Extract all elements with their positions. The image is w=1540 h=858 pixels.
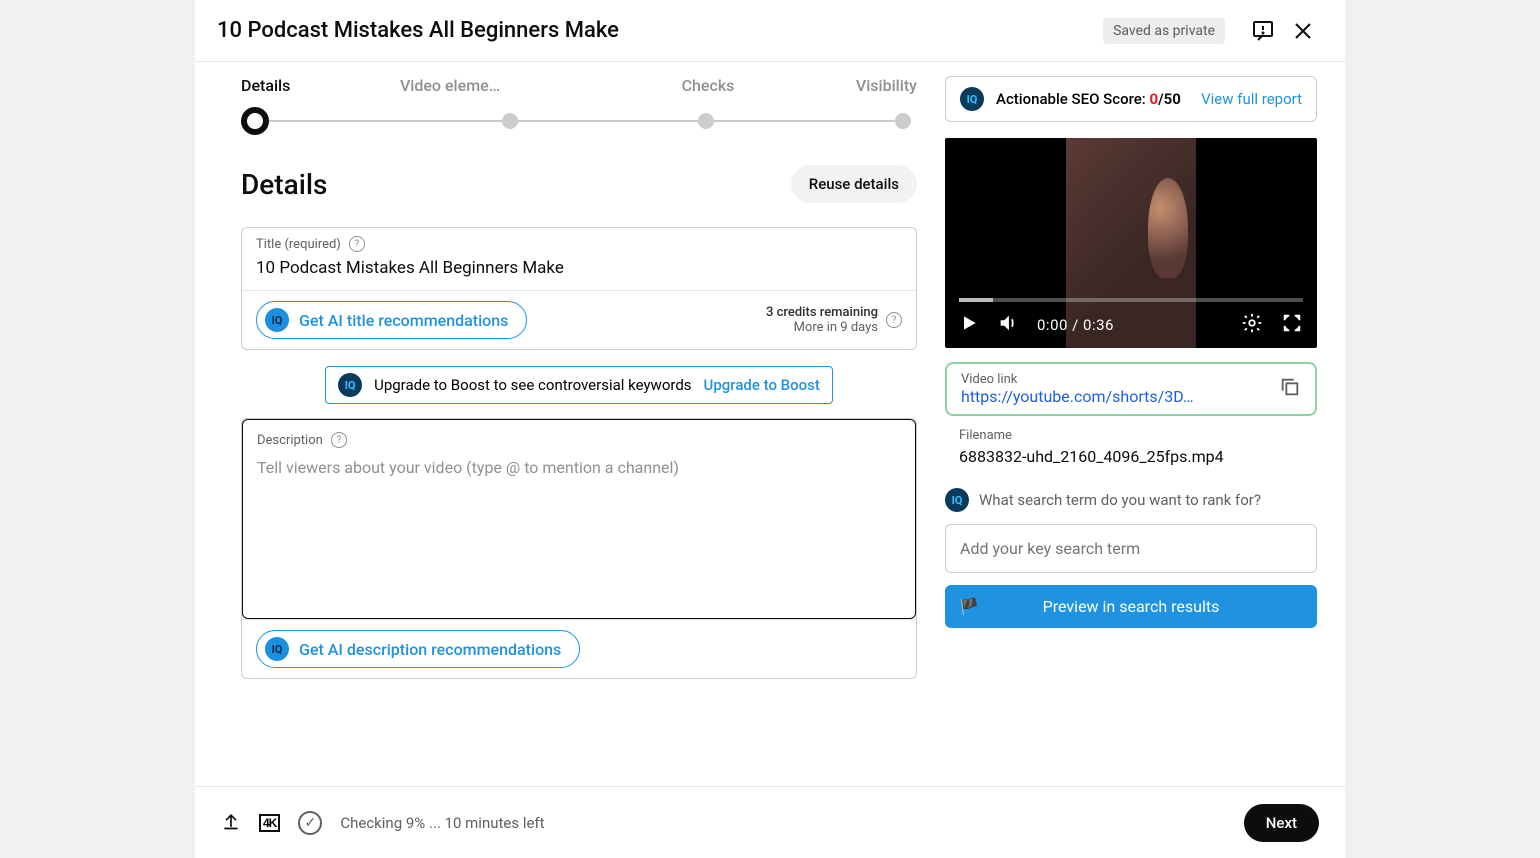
settings-button[interactable] <box>1241 312 1263 338</box>
search-prompt-row: IQ What search term do you want to rank … <box>945 488 1317 512</box>
page-title-row: Details Reuse details <box>241 165 917 203</box>
copy-icon <box>1279 376 1301 398</box>
preview-search-button[interactable]: 🏴 Preview in search results <box>945 585 1317 628</box>
seo-score-panel: IQ Actionable SEO Score: 0/50 View full … <box>945 76 1317 122</box>
video-link-value[interactable]: https://youtube.com/shorts/3D… <box>961 387 1231 406</box>
title-field-box[interactable]: Title (required) ? <box>242 228 916 290</box>
search-term-input[interactable] <box>945 524 1317 573</box>
processing-status: Checking 9% ... 10 minutes left <box>340 814 544 832</box>
stepper: Details Video eleme… Checks Visibility <box>241 76 917 135</box>
help-icon[interactable]: ? <box>349 236 365 252</box>
description-field-box[interactable]: Description ? Tell viewers about your vi… <box>242 419 916 619</box>
vidiq-icon: IQ <box>265 637 289 661</box>
page-title: Details <box>241 168 791 201</box>
modal-body: Details Video eleme… Checks Visibility <box>195 62 1345 786</box>
description-card: Description ? Tell viewers about your vi… <box>241 418 917 679</box>
video-link-label: Video link <box>961 372 1279 387</box>
view-report-link[interactable]: View full report <box>1201 90 1302 108</box>
title-input[interactable] <box>256 258 902 278</box>
video-player[interactable]: 0:00 / 0:36 <box>945 138 1317 348</box>
ai-desc-row: IQ Get AI description recommendations <box>242 619 916 678</box>
seo-score-text: Actionable SEO Score: 0/50 <box>996 90 1181 108</box>
title-field-label: Title (required) ? <box>256 236 902 252</box>
filename-label: Filename <box>959 428 1303 443</box>
ai-description-button[interactable]: IQ Get AI description recommendations <box>256 630 580 668</box>
step-checks[interactable]: Checks <box>579 76 837 99</box>
step-details[interactable]: Details <box>241 76 321 99</box>
filename-card: Filename 6883832-uhd_2160_4096_25fps.mp4 <box>945 416 1317 466</box>
credits-info: 3 credits remaining More in 9 days ? <box>766 305 902 335</box>
check-icon <box>298 811 322 835</box>
modal-footer: 4K Checking 9% ... 10 minutes left Next <box>195 786 1345 858</box>
reuse-details-button[interactable]: Reuse details <box>791 165 917 203</box>
ai-title-button[interactable]: IQ Get AI title recommendations <box>256 301 527 339</box>
close-button[interactable] <box>1283 11 1323 51</box>
player-time: 0:00 / 0:36 <box>1037 316 1114 334</box>
volume-button[interactable] <box>997 312 1019 338</box>
player-controls: 0:00 / 0:36 <box>945 302 1317 348</box>
upload-indicator <box>221 811 241 835</box>
4k-badge-icon: 4K <box>259 814 280 832</box>
description-placeholder: Tell viewers about your video (type @ to… <box>257 458 901 477</box>
search-prompt: What search term do you want to rank for… <box>979 491 1261 509</box>
step-circle-4[interactable] <box>889 107 917 135</box>
flag-icon: 🏴 <box>959 597 979 616</box>
gear-icon <box>1241 312 1263 334</box>
boost-text: Upgrade to Boost to see controversial ke… <box>374 376 691 394</box>
copy-link-button[interactable] <box>1279 376 1301 402</box>
video-link-card: Video link https://youtube.com/shorts/3D… <box>945 362 1317 416</box>
stepper-track <box>241 107 917 135</box>
boost-link[interactable]: Upgrade to Boost <box>704 376 820 394</box>
left-column: Details Video eleme… Checks Visibility <box>195 62 945 786</box>
vidiq-icon: IQ <box>265 308 289 332</box>
title-card: Title (required) ? IQ Get AI title recom… <box>241 227 917 350</box>
filename-value: 6883832-uhd_2160_4096_25fps.mp4 <box>959 447 1303 466</box>
vidiq-icon: IQ <box>945 488 969 512</box>
close-icon <box>1291 19 1315 43</box>
feedback-icon <box>1251 19 1275 43</box>
volume-icon <box>997 312 1019 334</box>
modal-header: 10 Podcast Mistakes All Beginners Make S… <box>195 0 1345 62</box>
step-video-elements[interactable]: Video eleme… <box>321 76 579 99</box>
step-circle-1[interactable] <box>241 107 269 135</box>
step-visibility[interactable]: Visibility <box>837 76 917 99</box>
description-field-label: Description ? <box>257 432 901 448</box>
saved-status-chip: Saved as private <box>1103 18 1225 44</box>
vidiq-icon: IQ <box>338 373 362 397</box>
boost-banner: IQ Upgrade to Boost to see controversial… <box>325 366 833 404</box>
upload-icon <box>221 811 241 831</box>
help-icon[interactable]: ? <box>331 432 347 448</box>
play-icon <box>959 313 979 333</box>
vidiq-icon: IQ <box>960 87 984 111</box>
fullscreen-button[interactable] <box>1281 312 1303 338</box>
modal-title: 10 Podcast Mistakes All Beginners Make <box>217 18 1103 43</box>
step-circle-2[interactable] <box>496 107 524 135</box>
ai-title-row: IQ Get AI title recommendations 3 credit… <box>242 290 916 349</box>
help-icon[interactable]: ? <box>886 312 902 328</box>
upload-modal: 10 Podcast Mistakes All Beginners Make S… <box>195 0 1345 858</box>
play-button[interactable] <box>959 313 979 337</box>
fullscreen-icon <box>1281 312 1303 334</box>
next-button[interactable]: Next <box>1244 804 1319 842</box>
step-circle-3[interactable] <box>692 107 720 135</box>
feedback-button[interactable] <box>1243 11 1283 51</box>
right-column: IQ Actionable SEO Score: 0/50 View full … <box>945 62 1345 786</box>
